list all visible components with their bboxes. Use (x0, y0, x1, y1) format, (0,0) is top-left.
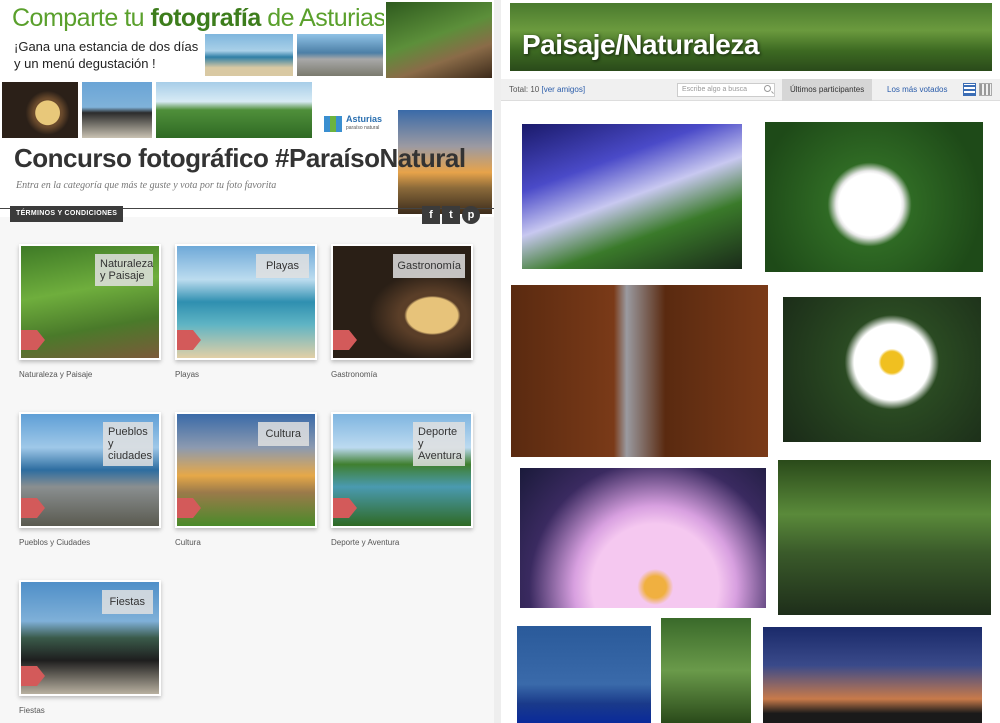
category-image[interactable]: Fiestas (19, 580, 161, 696)
category-card-playas[interactable]: Playas Playas (175, 244, 317, 379)
bookmark-flag-icon (21, 498, 45, 518)
gallery-photo-lighthouse[interactable] (763, 627, 982, 723)
bookmark-flag-icon (333, 330, 357, 350)
gallery-panel: Paisaje/Naturaleza Total: 10 [ver amigos… (501, 0, 1000, 723)
category-card-deporte[interactable]: Deporte y Aventura Deporte y Aventura (331, 412, 473, 547)
category-card-pueblos[interactable]: Pueblos y ciudades Pueblos y Ciudades (19, 412, 161, 547)
category-caption[interactable]: Cultura (175, 538, 201, 547)
gallery-photo-rusted-sign[interactable] (511, 285, 768, 457)
logo-text: Asturias (346, 114, 383, 124)
category-label: Playas (255, 254, 309, 278)
logo-mark-icon (324, 116, 342, 132)
category-image[interactable]: Pueblos y ciudades (19, 412, 161, 528)
gallery-photo-forest-pond[interactable] (778, 460, 991, 615)
category-caption[interactable]: Pueblos y Ciudades (19, 538, 90, 547)
terms-button[interactable]: TÉRMINOS Y CONDICIONES (10, 206, 124, 222)
bookmark-flag-icon (177, 330, 201, 350)
category-image[interactable]: Playas (175, 244, 317, 360)
collage-photo-beach (203, 32, 295, 78)
gallery-photo-green-forest[interactable] (661, 618, 751, 723)
bookmark-flag-icon (177, 498, 201, 518)
category-label: Fiestas (101, 590, 153, 614)
search-icon[interactable] (764, 85, 771, 92)
category-card-gastronomia[interactable]: Gastronomía Gastronomía (331, 244, 473, 379)
pinterest-icon[interactable]: p (462, 206, 480, 224)
bookmark-flag-icon (333, 498, 357, 518)
tab-recent-participants[interactable]: Últimos participantes (782, 79, 873, 101)
category-image[interactable]: Cultura (175, 412, 317, 528)
banner-subtitle: ¡Gana una estancia de dos días y un menú… (14, 39, 199, 71)
gallery-photo-daisies[interactable] (783, 297, 981, 442)
category-caption[interactable]: Fiestas (19, 706, 45, 715)
total-count: Total: 10 [ver amigos] (509, 85, 586, 94)
bookmark-flag-icon (21, 330, 45, 350)
contest-title: Concurso fotográfico #ParaísoNatural (14, 143, 466, 173)
gallery-toolbar: Total: 10 [ver amigos] Escribe algo a bu… (501, 79, 1000, 101)
asturias-logo: Asturias paraíso natural (318, 108, 396, 138)
see-friends-link[interactable]: [ver amigos] (541, 85, 585, 94)
collage-photo-town (295, 32, 385, 78)
banner-title: Comparte tu fotografía de Asturias (12, 4, 386, 32)
contest-subtitle: Entra en la categoría que más te guste y… (16, 180, 277, 191)
category-card-cultura[interactable]: Cultura Cultura (175, 412, 317, 547)
collage-photo-food (0, 80, 80, 140)
collage-photo-forest-walk (384, 0, 494, 80)
grid-view-icon[interactable] (979, 83, 992, 96)
contest-panel: Comparte tu fotografía de Asturias ¡Gana… (0, 0, 494, 723)
category-card-naturaleza[interactable]: Naturaleza y Paisaje Naturaleza y Paisaj… (19, 244, 161, 379)
collage-photo-valley (154, 80, 314, 140)
category-caption[interactable]: Playas (175, 370, 199, 379)
logo-subtext: paraíso natural (346, 125, 380, 131)
category-caption[interactable]: Naturaleza y Paisaje (19, 370, 92, 379)
facebook-icon[interactable]: f (422, 206, 440, 224)
gallery-header: Paisaje/Naturaleza (510, 3, 992, 71)
gallery-photo-seagull[interactable] (517, 626, 651, 723)
category-image[interactable]: Naturaleza y Paisaje (19, 244, 161, 360)
screenshot-root: Comparte tu fotografía de Asturias ¡Gana… (0, 0, 1000, 723)
category-label: Deporte y Aventura (413, 422, 465, 466)
gallery-photo-white-dahlia[interactable] (765, 122, 983, 272)
twitter-icon[interactable]: t (442, 206, 460, 224)
category-image[interactable]: Gastronomía (331, 244, 473, 360)
category-caption[interactable]: Deporte y Aventura (331, 538, 399, 547)
list-view-icon[interactable] (963, 83, 976, 96)
category-caption[interactable]: Gastronomía (331, 370, 377, 379)
category-card-fiestas[interactable]: Fiestas Fiestas (19, 580, 161, 715)
search-input[interactable]: Escribe algo a busca (677, 83, 775, 97)
contest-banner: Comparte tu fotografía de Asturias ¡Gana… (0, 0, 494, 217)
gallery-photo-waterfall[interactable] (522, 124, 742, 269)
category-image[interactable]: Deporte y Aventura (331, 412, 473, 528)
category-label: Naturaleza y Paisaje (95, 254, 153, 286)
bookmark-flag-icon (21, 666, 45, 686)
gallery-photo-pink-flower[interactable] (520, 468, 766, 608)
category-label: Gastronomía (393, 254, 465, 278)
tab-most-voted[interactable]: Los más votados (879, 79, 955, 101)
panel-divider (494, 0, 501, 723)
gallery-title: Paisaje/Naturaleza (522, 29, 759, 60)
category-label: Pueblos y ciudades (103, 422, 153, 466)
collage-photo-festival (80, 80, 154, 140)
category-label: Cultura (257, 422, 309, 446)
